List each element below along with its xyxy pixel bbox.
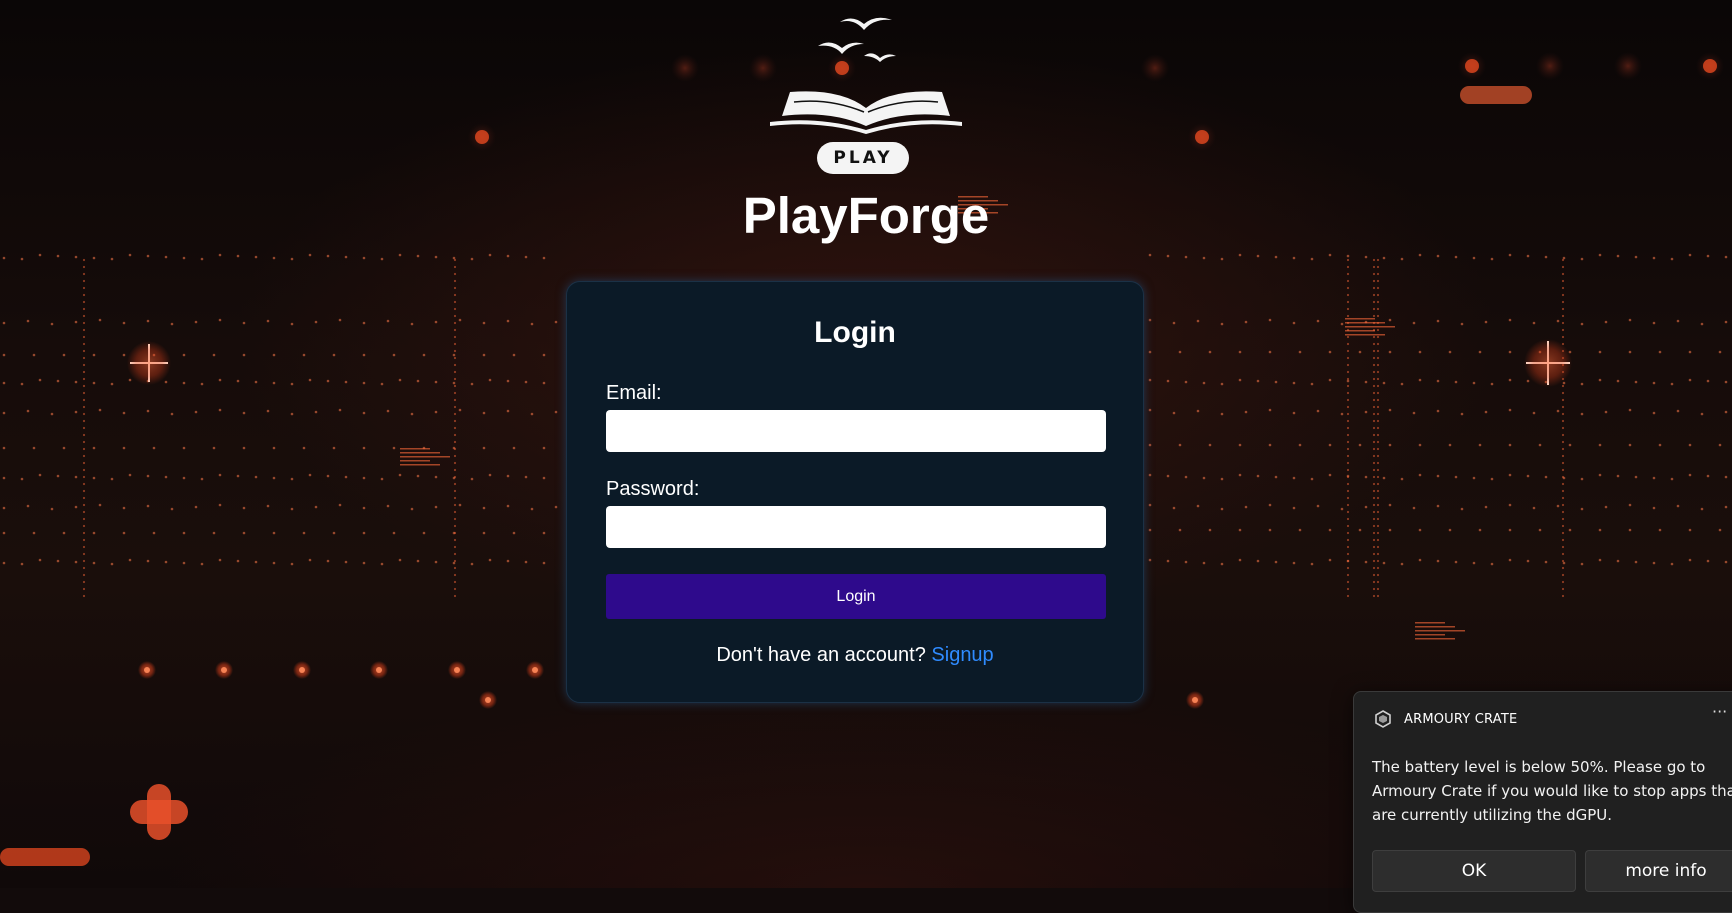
brand-title: PlayForge [742,187,990,244]
play-badge: PLAY [817,142,909,174]
battery-notification: ARMOURY CRATE ··· The battery level is b… [1353,691,1732,913]
armoury-crate-icon [1375,710,1391,728]
ok-button[interactable]: OK [1372,850,1576,892]
password-field[interactable] [606,506,1106,548]
signup-link[interactable]: Signup [931,644,993,666]
notification-message: The battery level is below 50%. Please g… [1372,758,1732,824]
login-button[interactable]: Login [606,574,1106,619]
signup-prompt-row: Don't have an account? Signup [567,644,1143,667]
signup-prompt: Don't have an account? [716,644,926,666]
sparkle-bottom-left [130,784,188,840]
notification-app-name: ARMOURY CRATE [1404,711,1518,727]
password-label: Password: [606,478,700,500]
login-title: Login [814,316,896,349]
login-card: Login Email: Password: Login Don't have … [566,281,1144,703]
more-info-button[interactable]: more info [1585,850,1732,892]
email-label: Email: [606,382,662,404]
notification-header: ARMOURY CRATE [1374,710,1517,728]
email-field[interactable] [606,410,1106,452]
more-options-icon[interactable]: ··· [1712,702,1727,721]
